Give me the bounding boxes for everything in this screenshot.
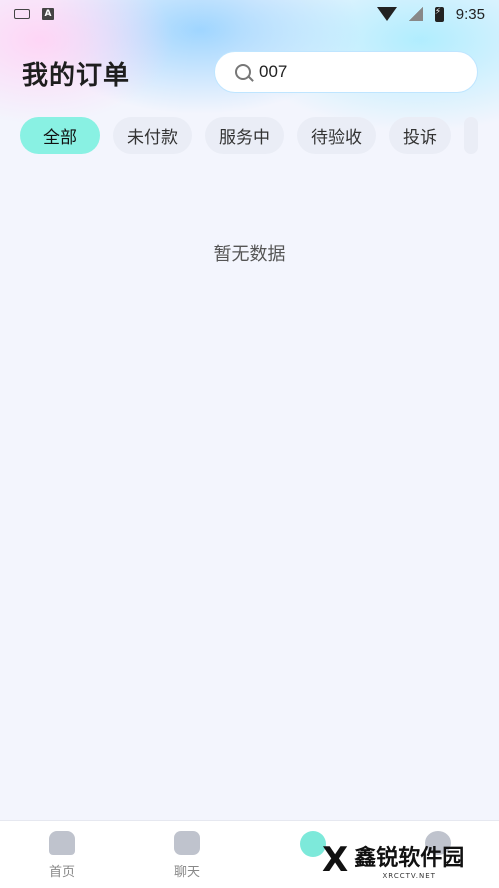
nav-chat[interactable]: 聊天 <box>157 831 217 880</box>
battery-charging-icon <box>434 6 444 22</box>
tab-unpaid[interactable]: 未付款 <box>113 117 192 154</box>
nav-label-home: 首页 <box>48 865 75 880</box>
empty-state-text: 暂无数据 <box>213 244 286 265</box>
chat-icon <box>174 831 200 855</box>
watermark-logo: X <box>322 840 349 880</box>
tab-pending-acceptance[interactable]: 待验收 <box>297 117 376 154</box>
keyboard-icon <box>14 9 30 19</box>
tab-in-service[interactable]: 服务中 <box>205 117 284 154</box>
page-title: 我的订单 <box>22 61 131 91</box>
status-time: 9:35 <box>455 5 485 23</box>
input-method-icon: A <box>42 8 54 20</box>
search-box[interactable] <box>214 51 478 93</box>
wifi-icon <box>376 7 397 21</box>
tab-overflow[interactable] <box>464 117 478 154</box>
nav-label-chat: 聊天 <box>173 865 200 880</box>
order-status-tabs: 全部 未付款 服务中 待验收 投诉 <box>20 117 478 154</box>
tab-complaint[interactable]: 投诉 <box>389 117 451 154</box>
watermark: X 鑫锐软件园 XRCCTV.NET <box>322 840 464 880</box>
status-bar: A 9:35 <box>0 0 499 28</box>
watermark-sub: XRCCTV.NET <box>382 872 436 880</box>
nav-home[interactable]: 首页 <box>32 831 92 880</box>
home-icon <box>49 831 75 855</box>
watermark-title: 鑫锐软件园 <box>354 846 465 871</box>
search-icon <box>235 64 251 80</box>
no-signal-icon <box>408 7 423 21</box>
tab-all[interactable]: 全部 <box>20 117 100 154</box>
search-input[interactable] <box>259 62 449 82</box>
